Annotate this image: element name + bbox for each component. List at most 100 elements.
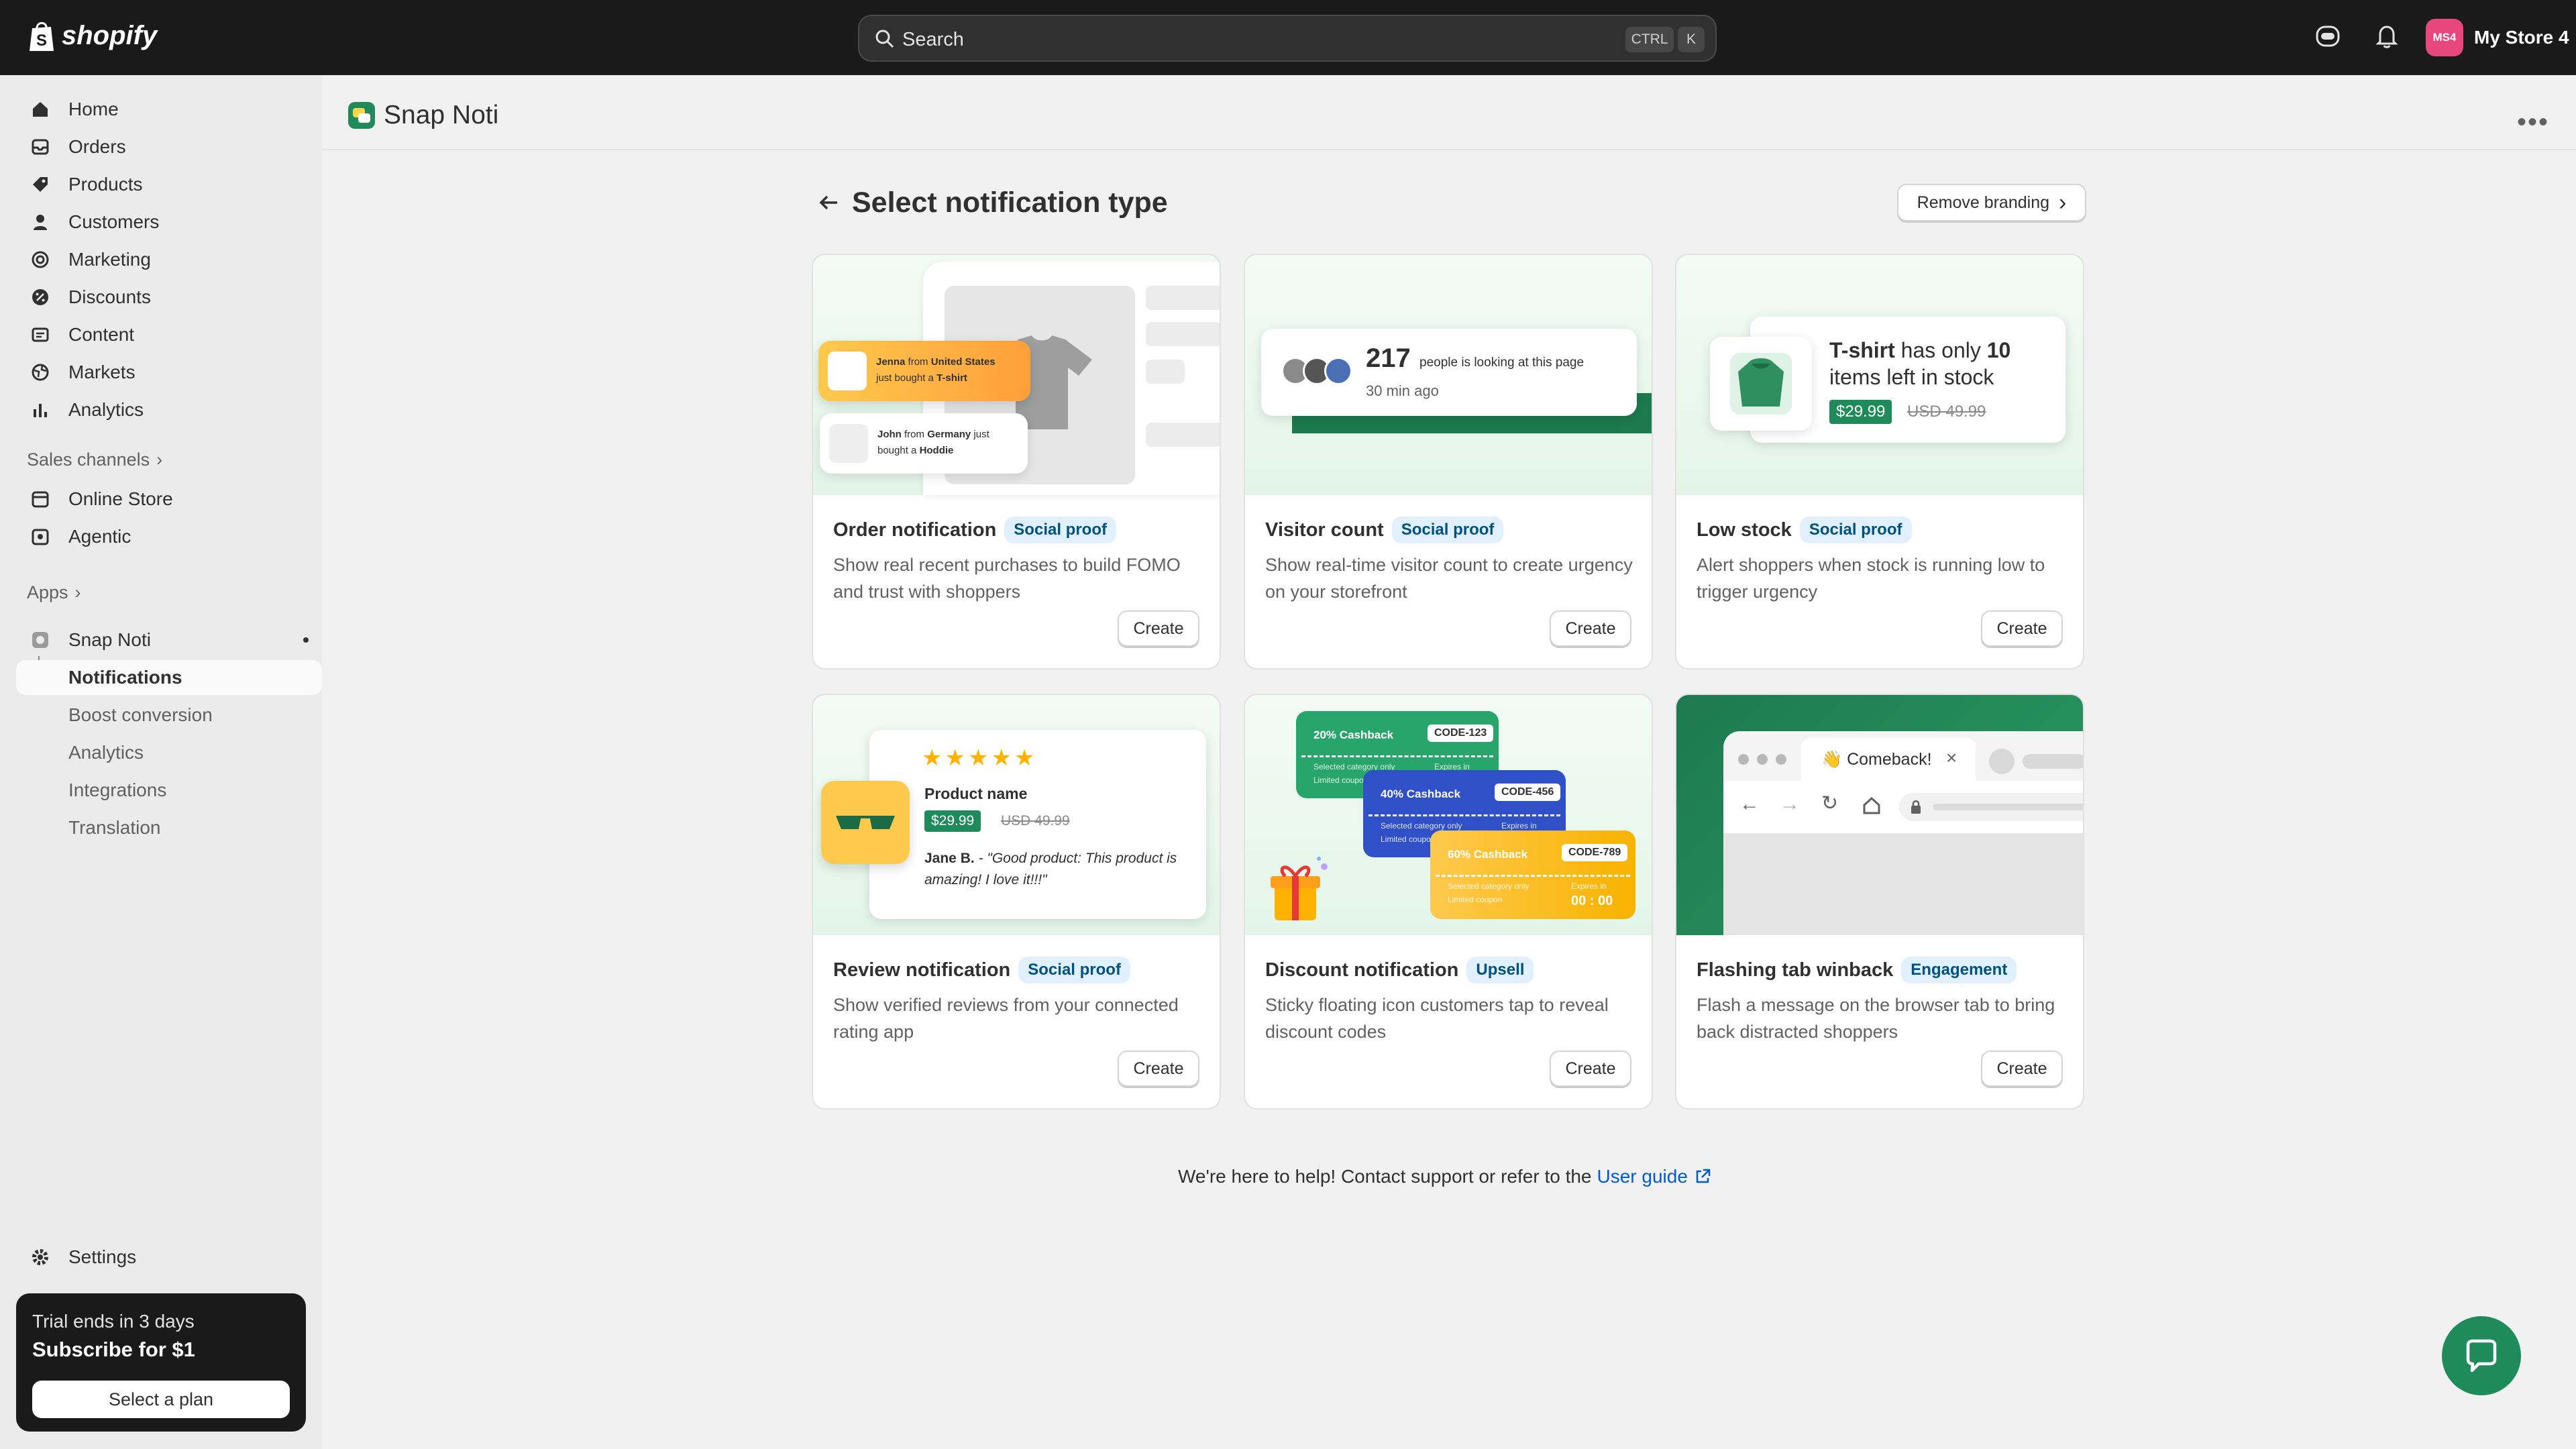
forward-icon: →	[1780, 793, 1800, 815]
apps-header[interactable]: Apps ›	[27, 582, 81, 603]
store-icon	[28, 487, 52, 511]
toast-from: from	[908, 356, 928, 368]
sidebar-item-orders[interactable]: Orders	[16, 129, 322, 164]
sunglasses-icon	[836, 816, 895, 829]
external-link-icon[interactable]	[1693, 1167, 1712, 1186]
coupon-label: 60% Cashback	[1448, 848, 1528, 861]
card-low-stock[interactable]: T-shirt has only 10 items left in stock …	[1675, 254, 2084, 669]
toast-thumb	[828, 352, 867, 390]
header-divider	[322, 149, 2576, 150]
sidebar-item-app-analytics[interactable]: Analytics	[16, 735, 322, 770]
visitor-illustration: 217 people is looking at this page 30 mi…	[1245, 255, 1652, 495]
subscribe-text: Subscribe for $1	[32, 1338, 195, 1361]
chevron-right-icon: ›	[156, 449, 163, 470]
card-title: Flashing tab winback	[1697, 959, 1894, 981]
address-bar-row: ← → ↻	[1723, 781, 2083, 833]
create-button[interactable]: Create	[1118, 610, 1199, 647]
sidebar-item-customers[interactable]: Customers	[16, 205, 322, 239]
sidebar-item-label: Home	[68, 99, 119, 119]
sidebar-item-analytics[interactable]: Analytics	[16, 392, 322, 427]
more-actions-icon[interactable]: •••	[2517, 107, 2549, 138]
back-arrow-icon[interactable]	[817, 191, 841, 215]
sidebar-item-marketing[interactable]: Marketing	[16, 242, 322, 277]
shopify-logo[interactable]: S shopify	[27, 19, 157, 52]
sidebar-item-discounts[interactable]: Discounts	[16, 280, 322, 315]
card-discount-notification[interactable]: 20% Cashback CODE-123 Selected category …	[1244, 694, 1653, 1110]
reload-icon: ↻	[1821, 792, 1839, 814]
card-description: Show real recent purchases to build FOMO…	[833, 555, 1181, 602]
app-header: Snap Noti	[347, 101, 498, 130]
toast-action-2: bought a	[877, 445, 917, 456]
create-button[interactable]: Create	[1981, 1051, 2063, 1087]
lowstock-illustration: T-shirt has only 10 items left in stock …	[1676, 255, 2083, 495]
chat-support-button[interactable]	[2442, 1316, 2521, 1395]
sidebar-item-label: Marketing	[68, 249, 151, 270]
store-menu[interactable]: MS4 My Store 4	[2426, 19, 2569, 56]
bar-chart-icon	[28, 398, 52, 422]
window-dot	[1738, 754, 1749, 765]
sidebar-item-content[interactable]: Content	[16, 317, 322, 352]
sidebar-item-label: Boost conversion	[68, 704, 213, 725]
sidebar-item-home[interactable]: Home	[16, 92, 322, 127]
sidebar-item-snap-noti[interactable]: Snap Noti	[16, 623, 322, 657]
browser-mock: 👋 Comeback! × ← → ↻	[1723, 731, 2083, 935]
sidebar-item-settings[interactable]: Settings	[16, 1240, 322, 1275]
sidebar-item-notifications[interactable]: Notifications	[16, 660, 322, 695]
card-flashing-tab-winback[interactable]: 👋 Comeback! × ← → ↻ Flashing tab winback…	[1675, 694, 2084, 1110]
sidekick-icon[interactable]	[2314, 23, 2341, 53]
page-title: Select notification type	[852, 186, 1168, 219]
select-plan-button[interactable]: Select a plan	[32, 1381, 290, 1418]
create-button[interactable]: Create	[1981, 610, 2063, 647]
coupon-divider	[1301, 755, 1493, 757]
card-review-notification[interactable]: ★★★★★ Product name $29.99 USD 49.99 Jane…	[812, 694, 1221, 1110]
visitor-time: 30 min ago	[1366, 382, 1439, 399]
sidebar-item-translation[interactable]: Translation	[16, 810, 322, 845]
sales-channels-label: Sales channels	[27, 449, 150, 470]
sidebar-item-label: Customers	[68, 211, 160, 232]
sidebar-item-agentic[interactable]: Agentic	[16, 519, 322, 554]
window-dot	[1757, 754, 1768, 765]
coupon-small-2: Limited coupon	[1313, 775, 1368, 785]
sidebar-item-markets[interactable]: Markets	[16, 355, 322, 390]
card-badge: Upsell	[1466, 957, 1534, 983]
coupon-code: CODE-789	[1562, 844, 1628, 861]
user-guide-link[interactable]: User guide	[1597, 1166, 1688, 1187]
visitor-toast: 217 people is looking at this page 30 mi…	[1261, 329, 1637, 416]
agentic-icon	[28, 525, 52, 549]
card-title: Review notification	[833, 959, 1011, 981]
snap-noti-logo-icon	[348, 102, 375, 129]
sidebar-item-online-store[interactable]: Online Store	[16, 482, 322, 517]
target-icon	[28, 248, 52, 272]
top-bar: S shopify Search CTRL K MS4 My Store 4	[0, 0, 2576, 75]
remove-branding-button[interactable]: Remove branding ›	[1897, 184, 2086, 221]
coupon-timer: 00 : 00	[1571, 894, 1613, 908]
sidebar-item-boost-conversion[interactable]: Boost conversion	[16, 698, 322, 733]
bell-icon[interactable]	[2373, 23, 2400, 53]
sidebar-item-label: Discounts	[68, 286, 151, 307]
sidebar-item-label: Content	[68, 324, 135, 345]
discount-icon	[28, 285, 52, 309]
coupon-divider	[1368, 814, 1560, 816]
create-button[interactable]: Create	[1550, 1051, 1631, 1087]
search-bar[interactable]: Search CTRL K	[858, 15, 1717, 62]
review-old-price: USD 49.99	[1001, 813, 1070, 828]
tab-title: 👋 Comeback!	[1821, 750, 1932, 769]
sidebar-item-products[interactable]: Products	[16, 167, 322, 202]
coupon-small-2: Limited coupon	[1381, 835, 1436, 844]
star-rating-icon: ★★★★★	[922, 745, 1038, 771]
trial-text: Trial ends in 3 days	[32, 1311, 195, 1332]
card-visitor-count[interactable]: 217 people is looking at this page 30 mi…	[1244, 254, 1653, 669]
review-product: Product name	[924, 785, 1028, 802]
card-order-notification[interactable]: Jenna from United States just bought a T…	[812, 254, 1221, 669]
sales-channels-header[interactable]: Sales channels ›	[27, 449, 162, 470]
lowstock-product: T-shirt	[1829, 338, 1895, 362]
shopify-bag-icon: S	[30, 21, 54, 51]
create-button[interactable]: Create	[1550, 610, 1631, 647]
card-title: Order notification	[833, 519, 997, 541]
order-toast-2: John from Germany just bought a Hoddie	[820, 413, 1028, 474]
lock-icon	[1911, 800, 1921, 814]
sidebar-item-integrations[interactable]: Integrations	[16, 773, 322, 808]
visitor-count: 217	[1366, 343, 1411, 373]
review-toast: ★★★★★ Product name $29.99 USD 49.99 Jane…	[869, 730, 1206, 919]
create-button[interactable]: Create	[1118, 1051, 1199, 1087]
